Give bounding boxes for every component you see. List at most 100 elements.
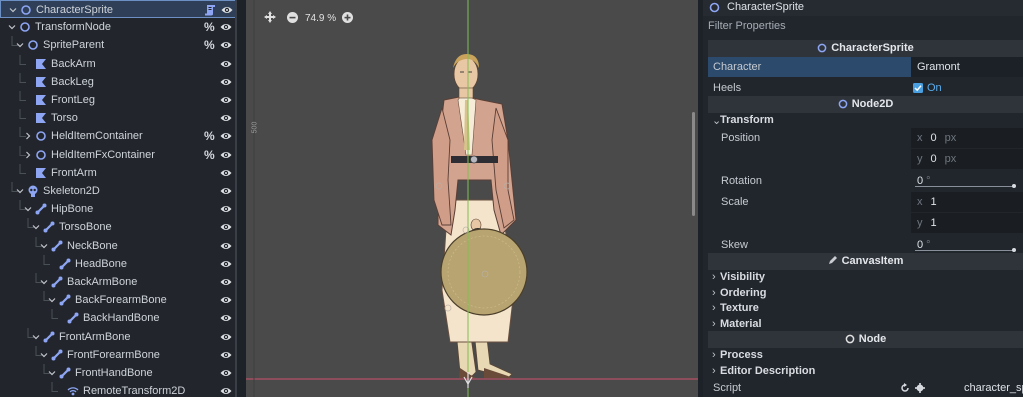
- tree-row-remotetransform2d[interactable]: RemoteTransform2D: [0, 382, 237, 397]
- tree-node-label: FrontForearmBone: [67, 348, 160, 361]
- scale-y-field[interactable]: y1: [911, 213, 1023, 233]
- tree-row-backleg[interactable]: BackLeg: [0, 72, 237, 91]
- visibility-eye-icon[interactable]: [220, 258, 232, 270]
- visibility-eye-icon[interactable]: [220, 58, 232, 70]
- tree-row-backarmbone[interactable]: BackArmBone: [0, 273, 237, 291]
- skew-slider-field[interactable]: 0 °: [911, 235, 1023, 255]
- category-editor-description[interactable]: › Editor Description: [708, 363, 1023, 379]
- tree-node-label: SpriteParent: [43, 39, 105, 52]
- tree-row-charactersprite[interactable]: CharacterSprite: [0, 0, 237, 18]
- zoom-level[interactable]: 74.9 %: [305, 13, 336, 24]
- chevron-down-icon[interactable]: [8, 23, 16, 31]
- tree-row-hipbone[interactable]: HipBone: [0, 200, 237, 218]
- tree-row-frontarm[interactable]: FrontArm: [0, 163, 237, 182]
- visibility-eye-icon[interactable]: [220, 294, 232, 306]
- tree-row-neckbone[interactable]: NeckBone: [0, 236, 237, 255]
- visibility-eye-icon[interactable]: [220, 94, 232, 106]
- visibility-eye-icon[interactable]: [220, 149, 232, 161]
- gear-icon[interactable]: [915, 383, 925, 393]
- tree-row-backhandbone[interactable]: BackHandBone: [0, 309, 237, 327]
- position-y-field[interactable]: y 0 px: [911, 149, 1023, 169]
- zoom-out-icon[interactable]: [287, 12, 298, 23]
- tree-row-helditemfxcontainer[interactable]: HeldItemFxContainer%: [0, 145, 237, 164]
- visibility-eye-icon[interactable]: [221, 4, 233, 16]
- tree-row-fronthandbone[interactable]: FrontHandBone: [0, 364, 237, 382]
- visibility-eye-icon[interactable]: [220, 349, 232, 361]
- character-sprite-image[interactable]: [431, 53, 528, 379]
- tree-row-frontleg[interactable]: FrontLeg: [0, 91, 237, 109]
- visibility-eye-icon[interactable]: [220, 240, 232, 252]
- rotation-slider-track[interactable]: [915, 186, 1015, 187]
- visibility-eye-icon[interactable]: [220, 76, 232, 88]
- zoom-in-icon[interactable]: [342, 12, 353, 23]
- visibility-eye-icon[interactable]: [220, 203, 232, 215]
- pan-view-icon[interactable]: [264, 11, 276, 23]
- visibility-eye-icon[interactable]: [220, 312, 232, 324]
- skew-slider-grabber[interactable]: [1012, 248, 1016, 252]
- chevron-down-icon[interactable]: [40, 278, 48, 286]
- visibility-eye-icon[interactable]: [220, 39, 232, 51]
- scene-tree-scrollbar[interactable]: [235, 0, 237, 397]
- chevron-right-icon[interactable]: [24, 132, 32, 140]
- tree-row-torso[interactable]: Torso: [0, 109, 237, 127]
- tree-row-helditemcontainer[interactable]: HeldItemContainer%: [0, 127, 237, 145]
- heels-value[interactable]: On: [927, 82, 942, 94]
- canvas-viewport[interactable]: 74.9 %: [246, 0, 698, 397]
- tree-row-torsobone[interactable]: TorsoBone: [0, 218, 237, 236]
- polygon2d-icon: [35, 76, 47, 88]
- chevron-right-icon[interactable]: [24, 151, 32, 159]
- tree-row-headbone[interactable]: HeadBone: [0, 254, 237, 273]
- tree-row-backarm[interactable]: BackArm: [0, 54, 237, 73]
- character-value-field[interactable]: Gramont: [911, 57, 1023, 77]
- heels-checkbox[interactable]: [913, 83, 923, 93]
- visibility-eye-icon[interactable]: [220, 367, 232, 379]
- tree-row-skeleton2d[interactable]: Skeleton2D: [0, 182, 237, 200]
- chevron-down-icon[interactable]: [48, 296, 56, 304]
- chevron-down-icon[interactable]: [9, 6, 17, 14]
- visibility-eye-icon[interactable]: [220, 276, 232, 288]
- category-visibility[interactable]: › Visibility: [708, 269, 1023, 285]
- script-icon[interactable]: [204, 4, 216, 16]
- tree-row-frontarmbone[interactable]: FrontArmBone: [0, 327, 237, 346]
- skew-slider-track[interactable]: [915, 250, 1015, 251]
- rotation-slider-grabber[interactable]: [1012, 184, 1016, 188]
- chevron-down-icon[interactable]: [48, 369, 56, 377]
- category-transform[interactable]: ⌄ Transform: [708, 112, 1023, 128]
- chevron-down-icon[interactable]: [40, 351, 48, 359]
- property-character[interactable]: Character Gramont: [708, 57, 1023, 77]
- chevron-down-icon[interactable]: [16, 41, 24, 49]
- visibility-eye-icon[interactable]: [220, 185, 232, 197]
- rotation-slider-field[interactable]: 0 °: [911, 171, 1023, 191]
- category-material[interactable]: › Material: [708, 316, 1023, 332]
- chevron-down-icon[interactable]: [40, 242, 48, 250]
- unique-name-icon[interactable]: %: [204, 38, 215, 52]
- reload-icon[interactable]: [900, 383, 910, 393]
- viewport-scrollbar[interactable]: [692, 112, 695, 216]
- visibility-eye-icon[interactable]: [220, 21, 232, 33]
- script-value[interactable]: character_spri: [964, 382, 1023, 394]
- visibility-eye-icon[interactable]: [220, 221, 232, 233]
- category-process[interactable]: › Process: [708, 347, 1023, 363]
- category-texture[interactable]: › Texture: [708, 300, 1023, 316]
- tree-row-frontforearmbone[interactable]: FrontForearmBone: [0, 345, 237, 364]
- category-ordering[interactable]: › Ordering: [708, 285, 1023, 301]
- unique-name-icon[interactable]: %: [204, 129, 215, 143]
- visibility-eye-icon[interactable]: [220, 112, 232, 124]
- tree-row-backforearmbone[interactable]: BackForearmBone: [0, 291, 237, 309]
- scale-x-field[interactable]: x1: [911, 192, 1023, 212]
- unique-name-icon[interactable]: %: [204, 20, 215, 34]
- chevron-down-icon[interactable]: [24, 205, 32, 213]
- chevron-down-icon[interactable]: [16, 187, 24, 195]
- tree-row-spriteparent[interactable]: SpriteParent%: [0, 36, 237, 54]
- visibility-eye-icon[interactable]: [220, 130, 232, 142]
- filter-properties-input[interactable]: Filter Properties: [708, 20, 1020, 35]
- visibility-eye-icon[interactable]: [220, 331, 232, 343]
- tree-node-label: Skeleton2D: [43, 185, 100, 197]
- visibility-eye-icon[interactable]: [220, 167, 232, 179]
- position-x-field[interactable]: x 0 px: [911, 128, 1023, 148]
- visibility-eye-icon[interactable]: [220, 385, 232, 397]
- unique-name-icon[interactable]: %: [204, 148, 215, 162]
- tree-row-transformnode[interactable]: TransformNode%: [0, 18, 237, 36]
- chevron-down-icon[interactable]: [32, 333, 40, 341]
- chevron-down-icon[interactable]: [32, 223, 40, 231]
